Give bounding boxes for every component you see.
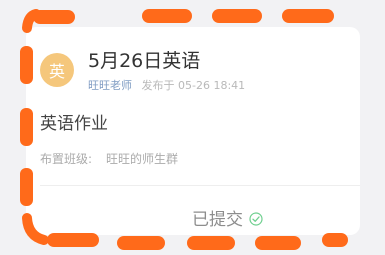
subject-avatar: 英 — [40, 53, 74, 87]
homework-card[interactable]: 英 5月26日英语 旺旺老师 发布于 05-26 18:41 英语作业 布置班级… — [26, 27, 360, 235]
submission-status: 已提交 — [192, 205, 263, 230]
divider — [40, 185, 360, 186]
assigned-class-value: 旺旺的师生群 — [106, 152, 179, 166]
avatar-char: 英 — [48, 62, 65, 81]
homework-title: 英语作业 — [40, 114, 108, 134]
publish-meta: 旺旺老师 发布于 05-26 18:41 — [88, 77, 245, 93]
status-text: 已提交 — [192, 210, 243, 230]
check-circle-icon — [249, 211, 263, 226]
homework-date-title: 5月26日英语 — [88, 50, 201, 72]
screenshot-stage: 英 5月26日英语 旺旺老师 发布于 05-26 18:41 英语作业 布置班级… — [0, 0, 385, 255]
teacher-name: 旺旺老师 — [88, 79, 132, 92]
assigned-class-label: 布置班级: — [40, 152, 93, 166]
publish-time: 发布于 05-26 18:41 — [141, 79, 246, 92]
assigned-class-row: 布置班级: 旺旺的师生群 — [40, 150, 178, 167]
